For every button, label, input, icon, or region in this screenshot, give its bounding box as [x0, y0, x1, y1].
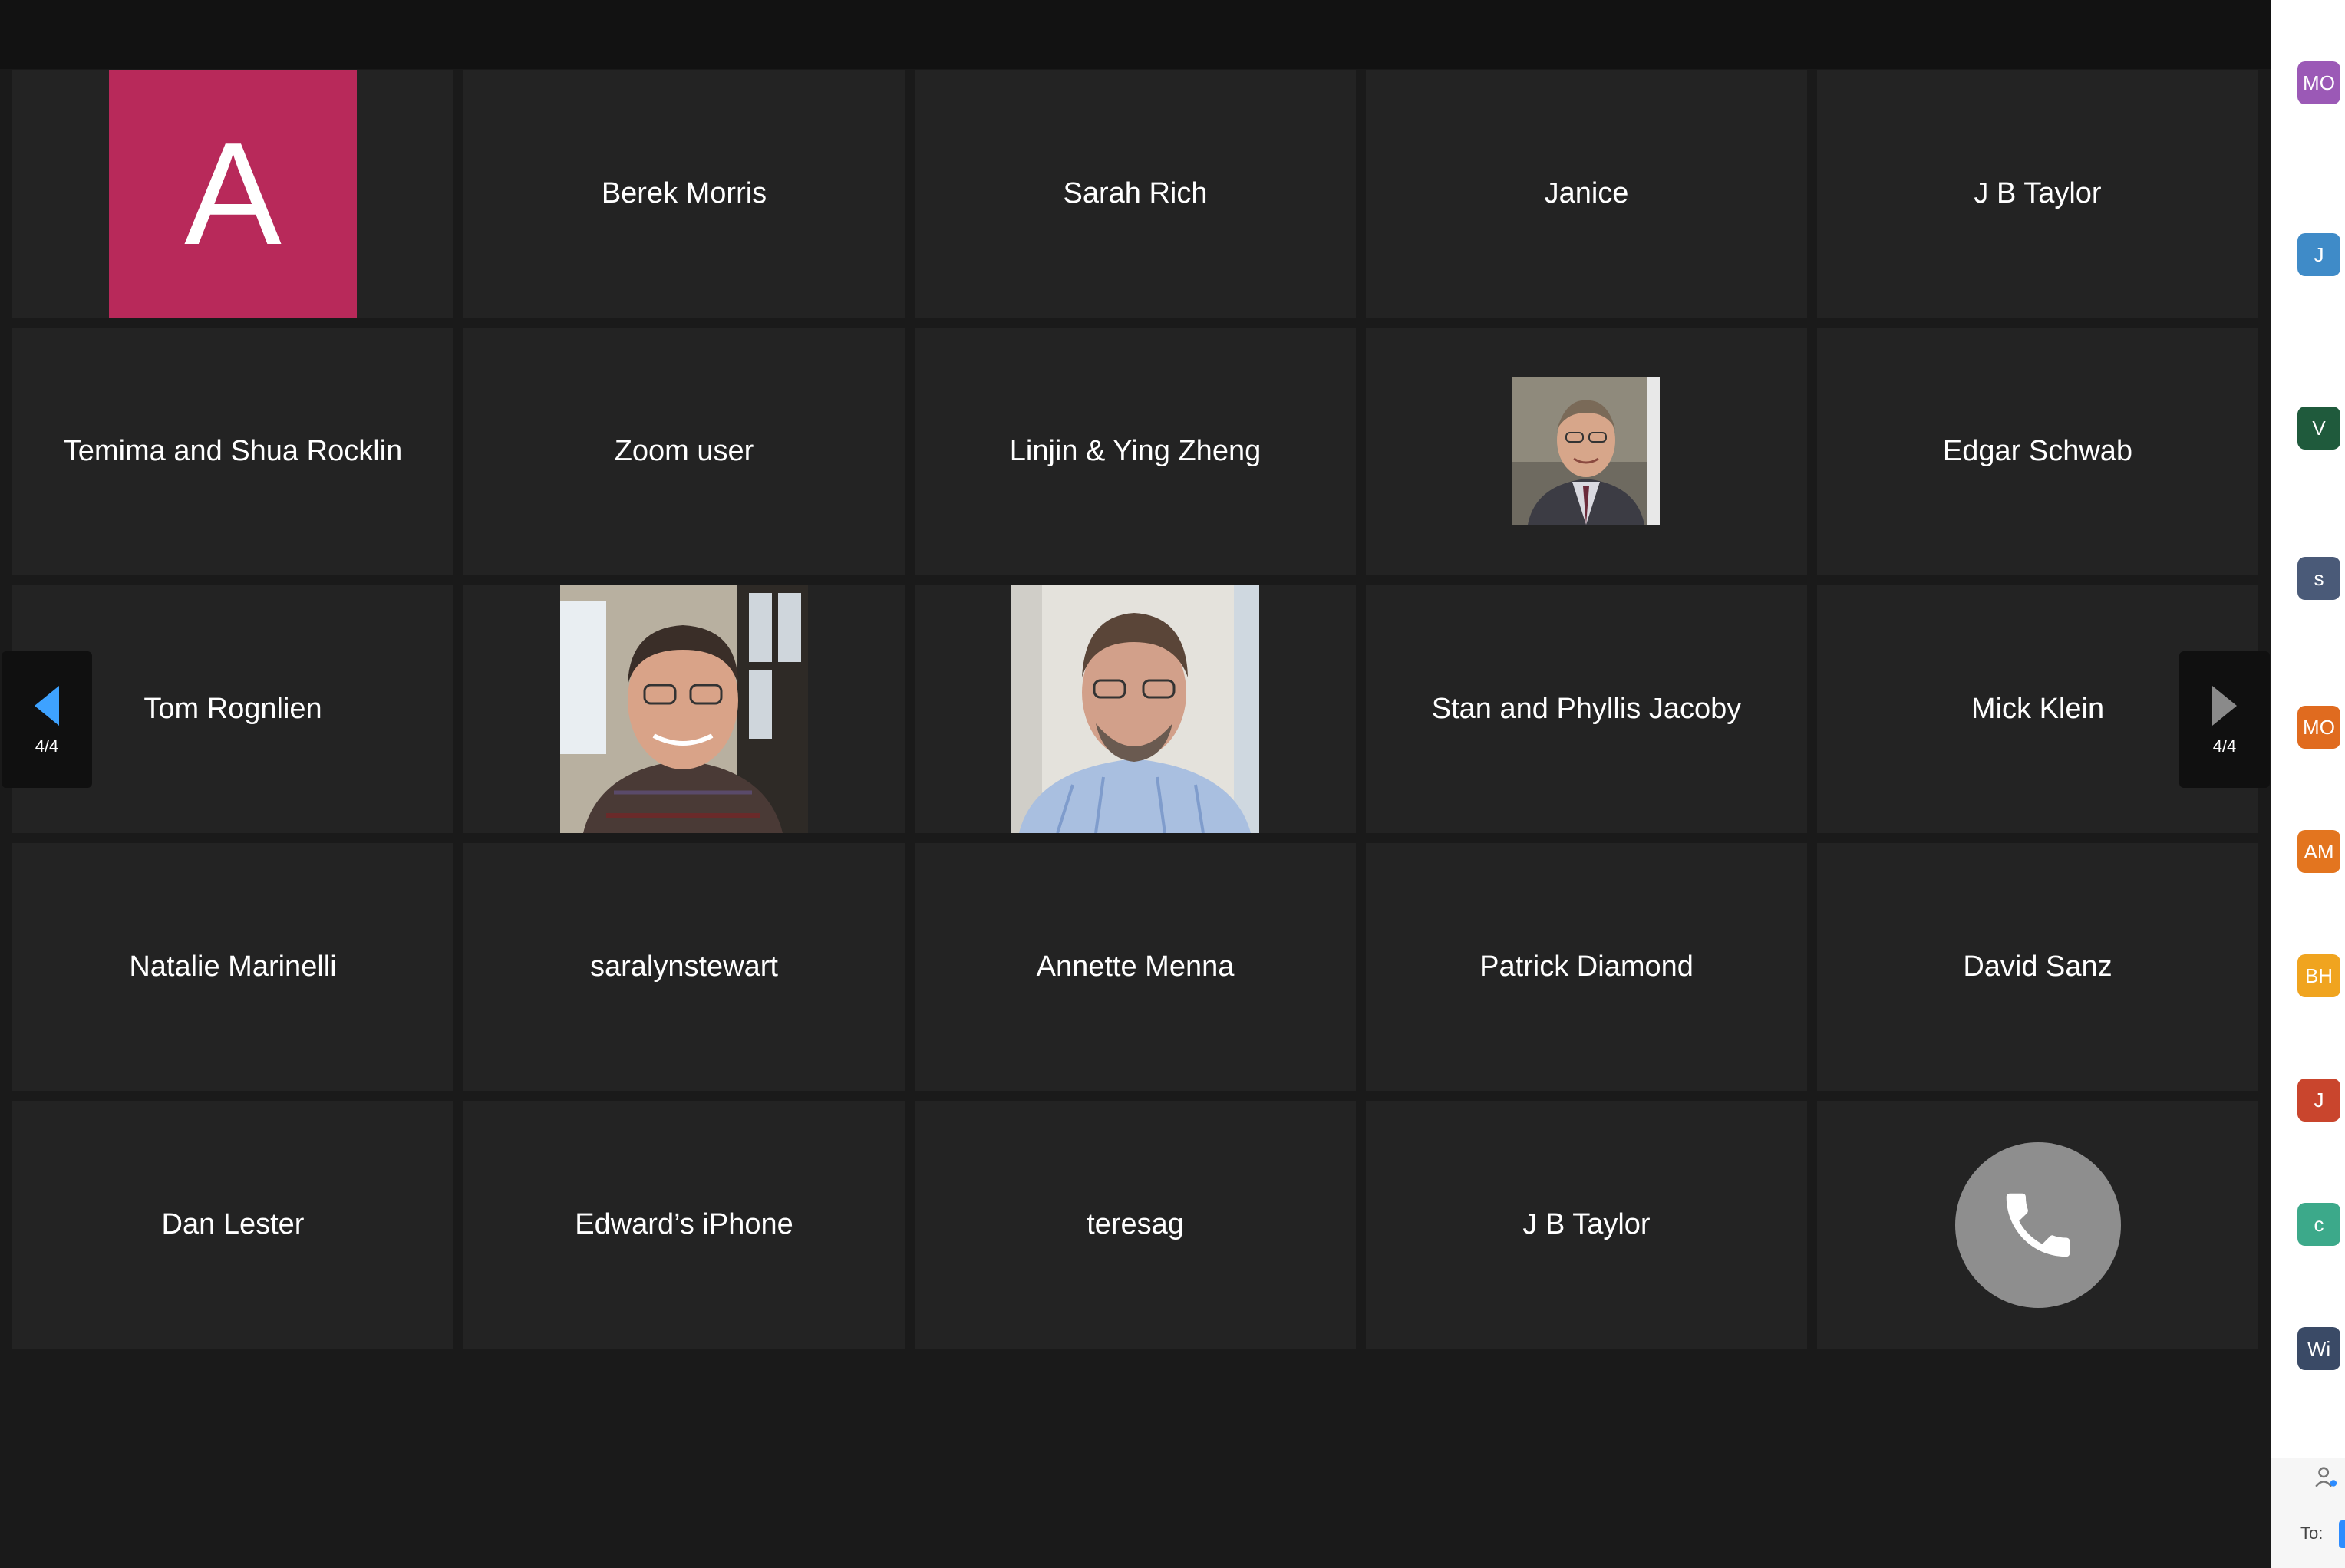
participant-tile[interactable]: saralynstewart	[463, 843, 905, 1091]
participant-tile-avatar[interactable]: A	[12, 70, 453, 318]
avatar-initials: MO	[2303, 71, 2335, 94]
phone-icon	[2006, 1193, 2070, 1257]
avatar-initials: J	[2314, 1088, 2324, 1112]
participant-name: Temima and Shua Rocklin	[63, 435, 403, 467]
participant-avatar: A	[109, 70, 357, 318]
avatar-initial: A	[184, 112, 282, 275]
participant-tile-video[interactable]	[915, 585, 1356, 833]
chat-recipient-dropdown[interactable]	[2339, 1520, 2345, 1548]
participant-tile[interactable]: Dan Lester	[12, 1101, 453, 1349]
participant-tile[interactable]: Berek Morris	[463, 70, 905, 318]
participant-tile[interactable]: Edgar Schwab	[1817, 328, 2258, 575]
participant-tile[interactable]: Natalie Marinelli	[12, 843, 453, 1091]
participant-profile-photo	[1512, 377, 1660, 525]
chevron-right-icon	[2212, 686, 2237, 726]
chat-avatar[interactable]: BH	[2297, 954, 2340, 997]
phone-avatar	[1954, 1141, 2121, 1308]
participant-tile[interactable]: Patrick Diamond	[1366, 843, 1807, 1091]
participant-tile[interactable]: J B Taylor	[1817, 70, 2258, 318]
chat-avatar[interactable]: V	[2297, 407, 2340, 450]
participant-name: teresag	[1087, 1208, 1184, 1240]
participant-tile[interactable]: Janice	[1366, 70, 1807, 318]
chat-sidebar: MO J V s MO AM BH J c Wi To:	[2271, 0, 2345, 1568]
participant-tile[interactable]: teresag	[915, 1101, 1356, 1349]
chat-avatar[interactable]: J	[2297, 1079, 2340, 1122]
participant-name: Dan Lester	[161, 1208, 305, 1240]
participant-grid: A Berek Morris Sarah Rich Janice J B Tay…	[12, 70, 2259, 1349]
chat-avatar[interactable]: MO	[2297, 61, 2340, 104]
participant-name: Edgar Schwab	[1942, 435, 2133, 467]
chat-avatar[interactable]: s	[2297, 557, 2340, 600]
chat-recipient-label: To:	[2300, 1524, 2324, 1543]
avatar-initials: AM	[2304, 839, 2334, 863]
avatar-initials: MO	[2303, 715, 2335, 739]
participant-name: Linjin & Ying Zheng	[1009, 435, 1262, 467]
chat-avatar[interactable]: Wi	[2297, 1327, 2340, 1370]
participant-name: Edward’s iPhone	[575, 1208, 793, 1240]
page-indicator: 4/4	[35, 736, 59, 756]
chevron-left-icon	[35, 686, 59, 726]
participant-name: saralynstewart	[590, 950, 778, 983]
chat-avatar[interactable]: MO	[2297, 706, 2340, 749]
participant-name: Tom Rognlien	[143, 693, 322, 725]
participant-name: Mick Klein	[1971, 693, 2105, 725]
chat-avatar[interactable]: c	[2297, 1203, 2340, 1246]
participant-name: Natalie Marinelli	[129, 950, 337, 983]
avatar-initials: Wi	[2307, 1336, 2331, 1360]
participant-tile[interactable]: Linjin & Ying Zheng	[915, 328, 1356, 575]
person-icon[interactable]	[2313, 1464, 2339, 1490]
participant-name: Annette Menna	[1036, 950, 1235, 983]
participant-video	[1011, 585, 1259, 833]
participant-tile[interactable]: David Sanz	[1817, 843, 2258, 1091]
participant-tile[interactable]: Sarah Rich	[915, 70, 1356, 318]
participant-name: Janice	[1544, 177, 1629, 209]
participant-name: Zoom user	[614, 435, 754, 467]
avatar-initials: s	[2314, 566, 2324, 590]
participant-tile[interactable]: J B Taylor	[1366, 1101, 1807, 1349]
top-bar	[0, 0, 2271, 69]
participant-tile[interactable]: Zoom user	[463, 328, 905, 575]
gallery-view: A Berek Morris Sarah Rich Janice J B Tay…	[0, 0, 2271, 1568]
participant-tile[interactable]: Temima and Shua Rocklin	[12, 328, 453, 575]
avatar-initials: V	[2312, 416, 2326, 440]
participant-tile-video[interactable]	[463, 585, 905, 833]
chat-avatar[interactable]: J	[2297, 233, 2340, 276]
participant-name: Sarah Rich	[1063, 177, 1208, 209]
chat-avatar[interactable]: AM	[2297, 830, 2340, 873]
participant-name: Berek Morris	[601, 177, 767, 209]
participant-video	[560, 585, 808, 833]
participant-tile[interactable]: Annette Menna	[915, 843, 1356, 1091]
participant-tile-photo[interactable]	[1366, 328, 1807, 575]
participant-tile[interactable]: Edward’s iPhone	[463, 1101, 905, 1349]
participant-name: David Sanz	[1963, 950, 2112, 983]
participant-name: Patrick Diamond	[1479, 950, 1694, 983]
avatar-initials: J	[2314, 242, 2324, 266]
previous-page-button[interactable]: 4/4	[2, 651, 92, 788]
zoom-meeting-window: A Berek Morris Sarah Rich Janice J B Tay…	[0, 0, 2345, 1568]
page-indicator: 4/4	[2212, 736, 2237, 756]
participant-tile[interactable]: Stan and Phyllis Jacoby	[1366, 585, 1807, 833]
avatar-initials: c	[2314, 1212, 2324, 1236]
next-page-button[interactable]: 4/4	[2179, 651, 2270, 788]
participant-tile-phone[interactable]	[1817, 1101, 2258, 1349]
participant-name: Stan and Phyllis Jacoby	[1431, 693, 1742, 725]
participant-name: J B Taylor	[1974, 177, 2102, 209]
avatar-initials: BH	[2304, 964, 2333, 987]
participant-name: J B Taylor	[1522, 1208, 1651, 1240]
